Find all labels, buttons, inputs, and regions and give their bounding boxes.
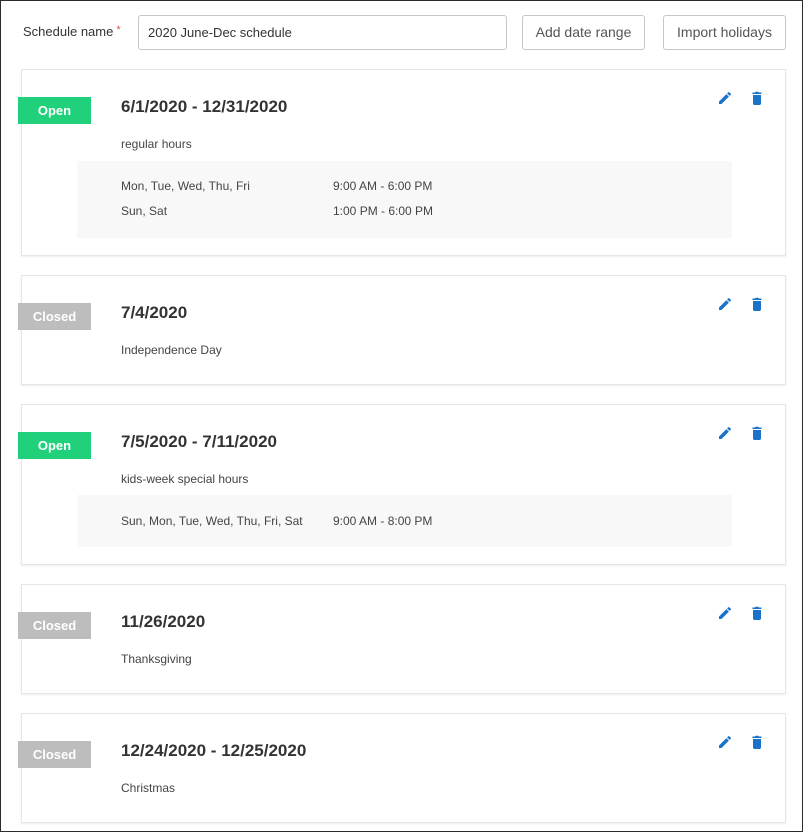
schedule-card: Open 6/1/2020 - 12/31/2020 regular hours…: [18, 69, 786, 256]
import-holidays-button[interactable]: Import holidays: [663, 15, 786, 50]
status-badge-closed: Closed: [18, 741, 91, 768]
date-range-title: 11/26/2020: [121, 612, 206, 631]
schedule-card: Open 7/5/2020 - 7/11/2020 kids-week spec…: [18, 404, 786, 565]
schedule-header: Schedule name* Add date range Import hol…: [1, 1, 802, 63]
schedule-description: regular hours: [121, 137, 192, 151]
schedule-description: kids-week special hours: [121, 472, 249, 486]
hours-time: 9:00 AM - 6:00 PM: [333, 179, 433, 193]
schedule-card: Closed 7/4/2020 Independence Day: [18, 275, 786, 385]
add-date-range-button[interactable]: Add date range: [522, 15, 645, 50]
pencil-icon: [719, 92, 731, 104]
schedule-name-input[interactable]: [138, 15, 507, 50]
pencil-icon: [719, 607, 731, 619]
edit-button[interactable]: [717, 90, 733, 106]
schedule-card: Closed 11/26/2020 Thanksgiving: [18, 584, 786, 694]
schedule-card: Closed 12/24/2020 - 12/25/2020 Christmas: [18, 713, 786, 823]
edit-button[interactable]: [717, 734, 733, 750]
pencil-icon: [719, 736, 731, 748]
edit-button[interactable]: [717, 605, 733, 621]
schedule-name-label: Schedule name *: [23, 24, 121, 39]
trash-icon: [752, 606, 762, 620]
edit-button[interactable]: [717, 296, 733, 312]
delete-button[interactable]: [749, 734, 765, 750]
schedule-description: Thanksgiving: [121, 652, 192, 666]
status-badge-open: Open: [18, 97, 91, 124]
delete-button[interactable]: [749, 90, 765, 106]
required-marker: *: [116, 24, 121, 36]
edit-button[interactable]: [717, 425, 733, 441]
hours-panel: Mon, Tue, Wed, Thu, Fri 9:00 AM - 6:00 P…: [77, 161, 732, 238]
hours-time: 9:00 AM - 8:00 PM: [333, 514, 433, 528]
date-range-title: 7/4/2020: [121, 303, 188, 322]
status-badge-closed: Closed: [18, 303, 91, 330]
date-range-title: 12/24/2020 - 12/25/2020: [121, 741, 307, 760]
date-range-title: 7/5/2020 - 7/11/2020: [121, 432, 277, 451]
status-badge-open: Open: [18, 432, 91, 459]
schedule-description: Christmas: [121, 781, 176, 795]
date-range-title: 6/1/2020 - 12/31/2020: [121, 97, 288, 116]
hours-days: Sun, Sat: [121, 204, 168, 218]
status-badge-closed: Closed: [18, 612, 91, 639]
hours-days: Sun, Mon, Tue, Wed, Thu, Fri, Sat: [121, 514, 303, 528]
trash-icon: [752, 297, 762, 311]
hours-panel: Sun, Mon, Tue, Wed, Thu, Fri, Sat 9:00 A…: [77, 495, 732, 547]
delete-button[interactable]: [749, 425, 765, 441]
delete-button[interactable]: [749, 605, 765, 621]
pencil-icon: [719, 427, 731, 439]
trash-icon: [752, 735, 762, 749]
schedule-description: Independence Day: [121, 343, 222, 357]
schedule-name-label-text: Schedule name: [23, 24, 114, 39]
delete-button[interactable]: [749, 296, 765, 312]
trash-icon: [752, 426, 762, 440]
hours-time: 1:00 PM - 6:00 PM: [333, 204, 434, 218]
hours-days: Mon, Tue, Wed, Thu, Fri: [121, 179, 250, 193]
trash-icon: [752, 91, 762, 105]
pencil-icon: [719, 298, 731, 310]
